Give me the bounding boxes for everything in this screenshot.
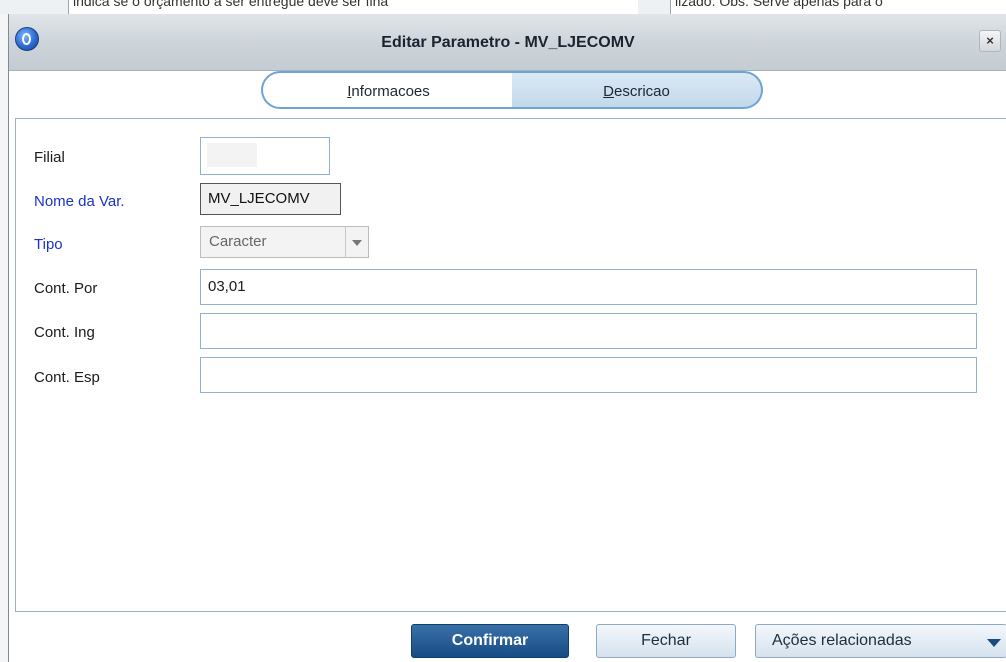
tipo-select[interactable]: Caracter <box>200 226 369 258</box>
filial-value-box <box>207 143 257 167</box>
edit-parameter-dialog: Editar Parametro - MV_LJECOMV × Informac… <box>8 14 1006 662</box>
nome-var-field[interactable]: MV_LJECOMV <box>200 183 341 215</box>
background-window-strip: indica se o orçamento a ser entregue dev… <box>0 0 1006 14</box>
tab-descricao[interactable]: Descricao <box>512 71 763 109</box>
tab-bar: Informacoes Descricao <box>261 71 763 109</box>
chevron-down-icon[interactable] <box>345 227 368 257</box>
tab-label: escricao <box>613 83 670 100</box>
close-button[interactable]: × <box>979 30 1001 52</box>
cont-ing-field[interactable] <box>200 313 977 349</box>
related-actions-button[interactable]: Ações relacionadas <box>755 624 1006 658</box>
form-panel: Filial Nome da Var. MV_LJECOMV Tipo Cara… <box>15 118 1006 612</box>
background-cell: lizado. Obs: Serve apenas para o <box>670 0 1006 14</box>
tab-informacoes[interactable]: Informacoes <box>261 71 514 109</box>
background-cell: indica se o orçamento a ser entregue dev… <box>68 0 638 14</box>
dialog-title: Editar Parametro - MV_LJECOMV <box>381 34 635 51</box>
tipo-value: Caracter <box>209 233 267 250</box>
cont-ing-label: Cont. Ing <box>34 324 95 341</box>
cont-esp-label: Cont. Esp <box>34 369 100 386</box>
close-dialog-button[interactable]: Fechar <box>596 624 736 658</box>
caret-down-icon <box>987 639 1001 647</box>
close-icon: × <box>986 33 994 48</box>
related-actions-label: Ações relacionadas <box>772 632 912 649</box>
cont-esp-field[interactable] <box>200 357 977 393</box>
title-bar[interactable]: Editar Parametro - MV_LJECOMV × <box>9 14 1006 71</box>
cont-por-label: Cont. Por <box>34 280 98 297</box>
tab-accesskey: D <box>603 83 614 100</box>
tab-label: nformacoes <box>351 83 430 100</box>
cont-por-field[interactable]: 03,01 <box>200 269 977 305</box>
filial-field[interactable] <box>200 137 330 175</box>
tipo-label: Tipo <box>34 236 63 253</box>
confirm-button[interactable]: Confirmar <box>411 624 569 658</box>
filial-label: Filial <box>34 149 65 166</box>
nome-var-label: Nome da Var. <box>34 193 125 210</box>
